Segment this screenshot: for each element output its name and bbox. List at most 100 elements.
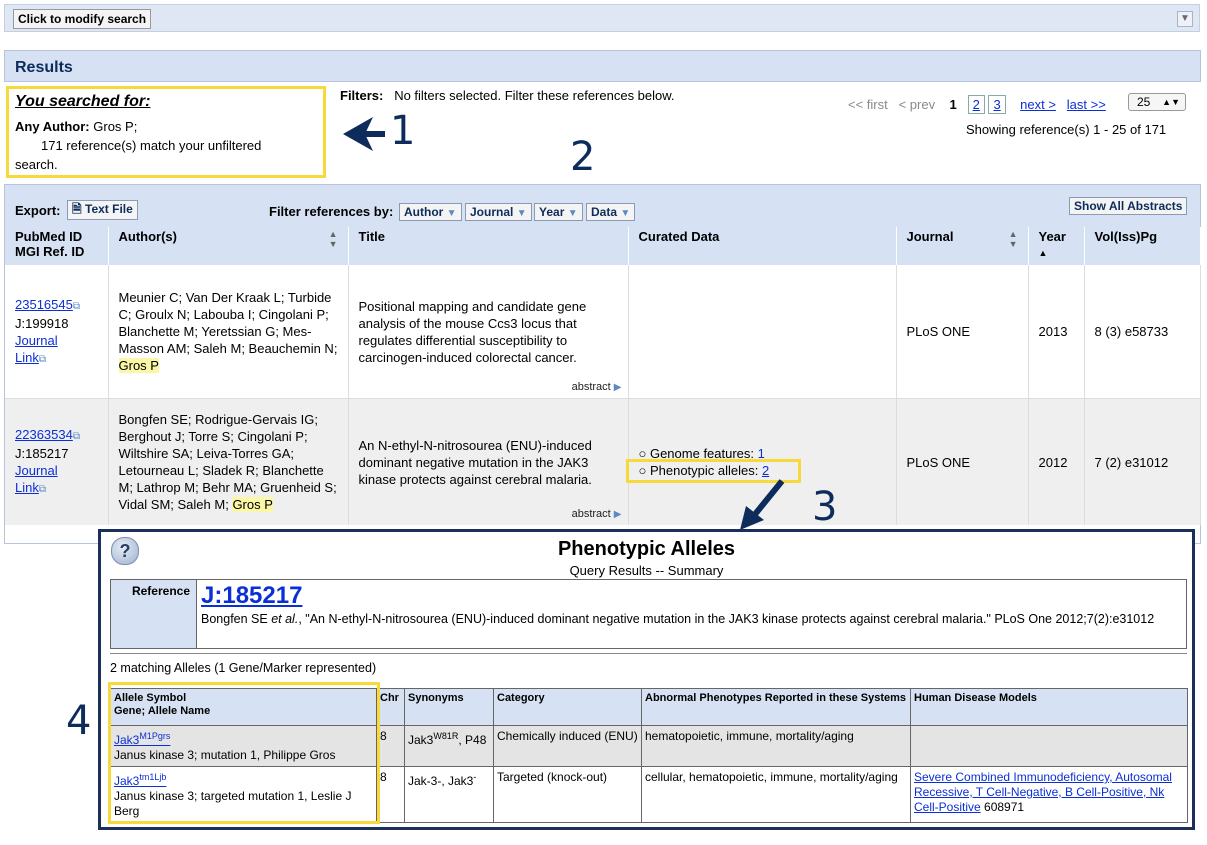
vol-cell: 7 (2) e31012 [1084, 398, 1201, 525]
title-cell: An N-ethyl-N-nitrosourea (ENU)-induced d… [348, 398, 629, 525]
popup-subtitle: Query Results -- Summary [569, 563, 724, 578]
funnel-icon: ▼ [446, 208, 457, 219]
chevron-down-icon[interactable]: ▼ [1177, 11, 1193, 27]
journal-link[interactable]: Journal Link [15, 463, 58, 495]
references-table: PubMed ID MGI Ref. ID Author(s) ▲ ▼ Title C… [5, 227, 1201, 525]
last-page-link[interactable]: last >> [1067, 97, 1106, 112]
external-link-icon: ⧉ [38, 353, 46, 365]
next-page-link[interactable]: next > [1020, 97, 1056, 112]
search-author-value: Gros P; [93, 119, 138, 134]
phenotypes-cell: hematopoietic, immune, mortality/aging [641, 725, 911, 767]
col-phenotypes: Abnormal Phenotypes Reported in these Sy… [641, 688, 911, 726]
highlighted-author: Gros P [232, 497, 273, 512]
page-3-link[interactable]: 3 [988, 95, 1006, 114]
filters-label: Filters: [340, 88, 384, 103]
col-year-label: Year [1038, 229, 1066, 244]
col-category: Category [493, 688, 642, 726]
modify-search-button[interactable]: Click to modify search [13, 9, 152, 29]
chr-cell: 8 [376, 725, 405, 767]
category-cell: Targeted (knock-out) [493, 766, 642, 823]
col-mgi-label: MGI Ref. ID [15, 244, 85, 259]
sort-icon[interactable]: ▲ ▼ [329, 229, 338, 249]
export-text-file-label: Text File [85, 202, 133, 216]
journal-link-text-2: Link [15, 349, 39, 365]
reference-jnum-link[interactable]: J:185217 [201, 582, 302, 610]
pagination: << first < prev 1 2 3 next > last >> [848, 95, 1106, 114]
select-arrows-icon: ▲▼ [1162, 97, 1180, 107]
filter-year-label: Year [539, 205, 565, 219]
col-journal[interactable]: Journal ▲ ▼ [896, 227, 1029, 265]
citation-text: , "An N-ethyl-N-nitrosourea (ENU)-induce… [298, 612, 1155, 626]
filter-data-label: Data [591, 205, 618, 219]
filter-author-label: Author [404, 205, 444, 219]
synonym-superscript: W81R [433, 731, 459, 741]
filter-data-button[interactable]: Data ▼ [586, 203, 636, 221]
match-count-line: 171 reference(s) match your unfiltered [41, 138, 262, 153]
external-link-icon: ⧉ [38, 484, 46, 495]
per-page-select[interactable]: 25 ▲▼ [1128, 93, 1186, 111]
matching-alleles-count: 2 matching Alleles (1 Gene/Marker repres… [110, 661, 377, 675]
disease-cell: Severe Combined Immunodeficiency, Autoso… [910, 766, 1188, 823]
allele-column-highlight [108, 682, 380, 824]
showing-count: Showing reference(s) 1 - 25 of 171 [966, 122, 1167, 137]
arrow-down-left-icon [738, 478, 786, 535]
results-table-wrap: Export: 🗎 Text File Filter references by… [4, 184, 1201, 544]
journal-link-text: Journal [15, 463, 58, 478]
authors-cell: Meunier C; Van Der Kraak L; Turbide C; G… [108, 265, 349, 399]
abstract-toggle[interactable]: abstract ▶ [572, 379, 622, 396]
funnel-icon: ▼ [516, 208, 527, 219]
per-page-value: 25 [1137, 95, 1151, 109]
category-cell: Chemically induced (ENU) [493, 725, 642, 767]
filters-text: No filters selected. Filter these refere… [394, 88, 675, 103]
filter-by-label: Filter references by: [269, 204, 394, 219]
funnel-icon: ▼ [620, 208, 631, 219]
show-all-abstracts-button[interactable]: Show All Abstracts [1069, 197, 1188, 215]
current-page: 1 [949, 97, 957, 112]
callout-3: 3 [812, 484, 838, 530]
jnum: J:199918 [15, 315, 69, 331]
col-chr: Chr [376, 688, 405, 726]
col-year[interactable]: Year ▲ [1028, 227, 1085, 265]
results-toolbar: Export: 🗎 Text File Filter references by… [5, 185, 1200, 227]
col-authors-label: Author(s) [118, 229, 178, 244]
export-text-file-button[interactable]: 🗎 Text File [67, 200, 138, 220]
phenotypes-cell: cellular, hematopoietic, immune, mortali… [641, 766, 911, 823]
authors-text: Meunier C; Van Der Kraak L; Turbide C; G… [118, 290, 338, 356]
callout-2: 2 [570, 134, 596, 180]
page-2-link[interactable]: 2 [967, 95, 985, 114]
export-label: Export: [15, 203, 61, 218]
you-searched-for-box: You searched for: Any Author: Gros P; 17… [6, 86, 326, 178]
col-journal-label: Journal [906, 229, 954, 244]
pubmed-link[interactable]: 23516545 [15, 297, 73, 312]
filter-journal-button[interactable]: Journal ▼ [465, 203, 532, 221]
title-text: An N-ethyl-N-nitrosourea (ENU)-induced d… [358, 437, 592, 487]
filter-year-button[interactable]: Year ▼ [534, 203, 583, 221]
journal-link[interactable]: Journal Link [15, 333, 58, 365]
col-synonyms: Synonyms [404, 688, 494, 726]
journal-link-text: Journal [15, 332, 58, 348]
col-pubmed: PubMed ID MGI Ref. ID [5, 227, 109, 265]
col-authors[interactable]: Author(s) ▲ ▼ [108, 227, 349, 265]
synonym-superscript: - [473, 772, 477, 782]
results-header: Results [4, 50, 1201, 82]
journal-link-text-2: Link [15, 480, 39, 495]
authors-text: Bongfen SE; Rodrigue-Gervais IG; Berghou… [118, 412, 337, 512]
filter-author-button[interactable]: Author ▼ [399, 203, 462, 221]
chr-cell: 8 [376, 766, 405, 823]
col-title: Title [348, 227, 629, 265]
external-link-icon: ⧉ [72, 431, 80, 442]
search-author-label: Any Author: [15, 119, 90, 134]
disease-id: 608971 [984, 800, 1025, 814]
sort-icon[interactable]: ▲ ▼ [1009, 229, 1018, 249]
abstract-toggle[interactable]: abstract ▶ [572, 506, 622, 523]
vol-cell: 8 (3) e58733 [1084, 265, 1201, 399]
highlighted-author: Gros P [118, 358, 159, 373]
synonym-text: Jak-3-, Jak3 [408, 774, 474, 788]
citation-author: Bongfen SE [201, 612, 268, 626]
triangle-right-icon: ▶ [613, 382, 622, 393]
disease-model-link[interactable]: Severe Combined Immunodeficiency, Autoso… [914, 770, 1172, 814]
pubmed-link[interactable]: 22363534 [15, 427, 73, 442]
document-icon: 🗎 [72, 202, 82, 216]
col-vol: Vol(Iss)Pg [1084, 227, 1201, 265]
abstract-label: abstract [571, 381, 611, 393]
